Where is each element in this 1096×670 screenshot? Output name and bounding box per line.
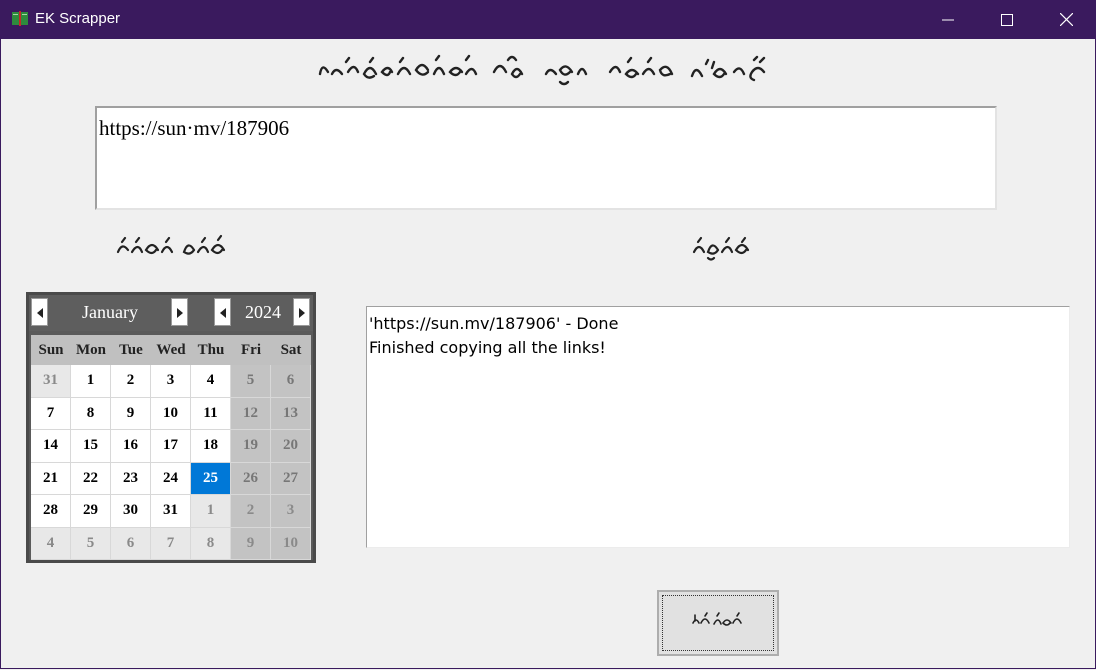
date-thaana-label (110, 234, 230, 266)
log-line: 'https://sun.mv/187906' - Done (369, 314, 619, 333)
chevron-left-icon (36, 303, 43, 322)
start-button-thaana-label (691, 611, 745, 635)
weekday-label: Sun (38, 341, 64, 358)
calendar-day[interactable]: 24 (151, 462, 191, 495)
calendar-day[interactable]: 10 (151, 397, 191, 430)
weekday-label: Sat (280, 341, 302, 358)
start-button-focus-rect (662, 595, 774, 651)
chevron-right-icon (298, 303, 305, 322)
calendar-day[interactable]: 25 (191, 462, 231, 495)
month-calendar[interactable]: January 2024 Sun Mon Tue Wed Thu Fri Sat… (26, 292, 316, 563)
calendar-day[interactable]: 17 (151, 430, 191, 463)
calendar-month[interactable]: January (53, 302, 167, 323)
calendar-day[interactable]: 15 (71, 430, 111, 463)
calendar-day[interactable]: 2 (231, 495, 271, 528)
weekday-label: Mon (76, 341, 106, 358)
calendar-day[interactable]: 4 (191, 365, 231, 398)
calendar-day[interactable]: 19 (231, 430, 271, 463)
calendar-day[interactable]: 2 (111, 365, 151, 398)
calendar-day[interactable]: 4 (31, 527, 71, 560)
calendar-day[interactable]: 3 (151, 365, 191, 398)
calendar-day[interactable]: 22 (71, 462, 111, 495)
calendar-weekday-row: Sun Mon Tue Wed Thu Fri Sat (31, 335, 311, 365)
calendar-day[interactable]: 7 (151, 527, 191, 560)
url-input[interactable]: https://sun·mv/187906 (95, 106, 997, 210)
calendar-day[interactable]: 1 (71, 365, 111, 398)
weekday-label: Tue (119, 341, 143, 358)
calendar-header: January 2024 (29, 295, 313, 331)
minimize-button[interactable] (919, 0, 977, 39)
calendar-day[interactable]: 1 (191, 495, 231, 528)
calendar-day[interactable]: 16 (111, 430, 151, 463)
log-line: Finished copying all the links! (369, 338, 606, 357)
calendar-day[interactable]: 21 (31, 462, 71, 495)
maximize-icon (1001, 13, 1013, 26)
heading-thaana-label (316, 50, 776, 94)
calendar-day[interactable]: 13 (271, 397, 311, 430)
calendar-day[interactable]: 20 (271, 430, 311, 463)
calendar-day[interactable]: 9 (231, 527, 271, 560)
output-thaana-label (684, 234, 754, 266)
calendar-day[interactable]: 6 (111, 527, 151, 560)
calendar-day[interactable]: 5 (71, 527, 111, 560)
book-icon (11, 10, 29, 28)
chevron-right-icon (176, 303, 183, 322)
calendar-day[interactable]: 29 (71, 495, 111, 528)
calendar-day[interactable]: 10 (271, 527, 311, 560)
next-month-button[interactable] (171, 298, 188, 326)
calendar-day[interactable]: 8 (191, 527, 231, 560)
calendar-day[interactable]: 11 (191, 397, 231, 430)
minimize-icon (942, 14, 954, 26)
maximize-button[interactable] (978, 0, 1036, 39)
title-bar[interactable]: EK Scrapper (0, 0, 1096, 39)
calendar-year[interactable]: 2024 (237, 302, 289, 323)
close-button[interactable] (1037, 0, 1095, 39)
calendar-day[interactable]: 18 (191, 430, 231, 463)
calendar-day[interactable]: 12 (231, 397, 271, 430)
calendar-day[interactable]: 5 (231, 365, 271, 398)
calendar-day[interactable]: 28 (31, 495, 71, 528)
calendar-day[interactable]: 31 (31, 365, 71, 398)
start-button[interactable] (657, 590, 779, 656)
calendar-day[interactable]: 6 (271, 365, 311, 398)
calendar-day[interactable]: 14 (31, 430, 71, 463)
calendar-day[interactable]: 7 (31, 397, 71, 430)
calendar-day[interactable]: 30 (111, 495, 151, 528)
calendar-day[interactable]: 23 (111, 462, 151, 495)
next-year-button[interactable] (293, 298, 310, 326)
calendar-day[interactable]: 31 (151, 495, 191, 528)
prev-month-button[interactable] (31, 298, 48, 326)
output-log[interactable]: 'https://sun.mv/187906' - Done Finished … (366, 306, 1070, 548)
weekday-label: Fri (241, 341, 261, 358)
weekday-label: Wed (156, 341, 186, 358)
prev-year-button[interactable] (214, 298, 231, 326)
calendar-day[interactable]: 8 (71, 397, 111, 430)
close-icon (1059, 13, 1073, 26)
calendar-day[interactable]: 26 (231, 462, 271, 495)
calendar-day-grid: 31 1 2 3 4 5 6 7 8 9 10 11 12 13 14 15 16 17 18 19 20 21 22 23 2… (31, 365, 311, 560)
chevron-left-icon (219, 303, 226, 322)
calendar-day[interactable]: 27 (271, 462, 311, 495)
calendar-day[interactable]: 9 (111, 397, 151, 430)
calendar-day[interactable]: 3 (271, 495, 311, 528)
window-title: EK Scrapper (35, 10, 121, 27)
weekday-label: Thu (197, 341, 225, 358)
